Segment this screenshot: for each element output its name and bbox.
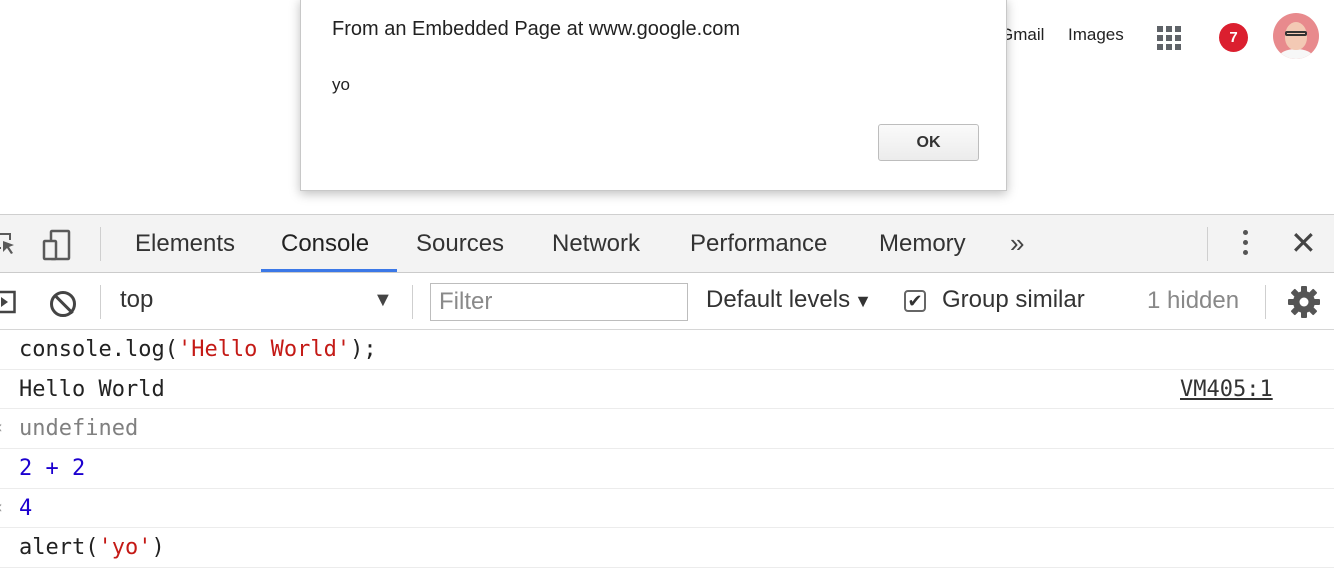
code-string-token: 'yo': [98, 535, 152, 561]
chevron-down-icon: ▼: [854, 291, 872, 311]
tab-elements[interactable]: Elements: [135, 230, 235, 258]
code-token: console.log(: [19, 337, 178, 362]
code-token: ): [151, 535, 165, 561]
code-token: alert(: [19, 535, 99, 561]
gear-icon[interactable]: [1286, 284, 1322, 320]
toolbar-divider: [100, 285, 101, 319]
apps-grid-icon[interactable]: [1157, 26, 1181, 50]
console-input-code: console.log('Hello World');: [19, 337, 377, 362]
result-arrow-icon: ‹: [0, 417, 5, 438]
tab-performance[interactable]: Performance: [690, 230, 827, 258]
chevron-down-icon[interactable]: ▼: [373, 289, 393, 312]
device-toolbar-icon[interactable]: [41, 229, 73, 261]
filter-input[interactable]: [430, 283, 688, 321]
toolbar-divider: [412, 285, 413, 319]
tab-sources[interactable]: Sources: [416, 230, 504, 258]
group-similar-checkbox[interactable]: ✔: [904, 290, 926, 312]
console-toolbar: top ▼ Default levels▼ ✔ Group similar 1 …: [0, 273, 1334, 330]
group-similar-label: Group similar: [942, 286, 1085, 313]
tab-memory[interactable]: Memory: [879, 230, 966, 258]
images-link[interactable]: Images: [1068, 25, 1124, 45]
dialog-title: From an Embedded Page at www.google.com: [332, 18, 740, 40]
more-tabs-button[interactable]: »: [1010, 228, 1024, 259]
code-string-token: 'Hello World': [177, 337, 351, 362]
avatar[interactable]: [1273, 13, 1319, 59]
console-log-row: Hello World VM405:1: [0, 370, 1334, 410]
console-sidebar-icon[interactable]: [0, 290, 16, 314]
avatar-shirt: [1279, 49, 1313, 59]
notification-badge[interactable]: 7: [1219, 23, 1248, 52]
console-input-row: 2 + 2: [0, 449, 1334, 489]
hidden-messages-count: 1 hidden: [1147, 287, 1240, 314]
result-arrow-icon: ‹: [0, 497, 5, 518]
console-result-text: undefined: [19, 416, 139, 442]
google-header-links: Gmail Images: [1000, 25, 1124, 45]
context-selector[interactable]: top: [120, 286, 395, 318]
avatar-face: [1285, 22, 1307, 50]
code-token: );: [350, 337, 377, 362]
console-input-row: alert('yo'): [0, 528, 1334, 569]
console-log-text: Hello World: [19, 376, 165, 402]
console-messages: console.log('Hello World'); Hello World …: [0, 330, 1334, 569]
toolbar-divider: [1207, 227, 1208, 261]
toolbar-divider: [1265, 285, 1266, 319]
toolbar-divider: [100, 227, 101, 261]
console-input-row: console.log('Hello World');: [0, 330, 1334, 370]
active-tab-indicator: [261, 269, 397, 272]
tab-network[interactable]: Network: [552, 230, 640, 258]
alert-dialog: From an Embedded Page at www.google.com …: [300, 0, 1007, 191]
devtools-panel: Elements Console Sources Network Perform…: [0, 214, 1334, 583]
close-devtools-icon[interactable]: ✕: [1290, 227, 1317, 259]
devtools-tabbar: Elements Console Sources Network Perform…: [0, 215, 1334, 273]
source-link[interactable]: VM405:1: [1180, 377, 1273, 402]
console-result-text: 4: [19, 495, 33, 521]
tab-console[interactable]: Console: [281, 230, 369, 258]
ok-button[interactable]: OK: [878, 124, 979, 161]
inspect-element-icon[interactable]: [0, 232, 16, 256]
console-result-row: ‹ undefined: [0, 409, 1334, 450]
console-input-code: alert('yo'): [19, 535, 165, 560]
clear-console-icon[interactable]: [50, 291, 76, 317]
log-levels-label: Default levels: [706, 286, 851, 313]
log-levels-dropdown[interactable]: Default levels ▼: [706, 286, 872, 314]
console-input-code: 2 + 2: [19, 456, 86, 482]
avatar-glasses: [1285, 31, 1307, 36]
dialog-message: yo: [332, 75, 350, 94]
customize-menu-icon[interactable]: [1240, 230, 1250, 260]
console-result-row: ‹ 4: [0, 489, 1334, 529]
